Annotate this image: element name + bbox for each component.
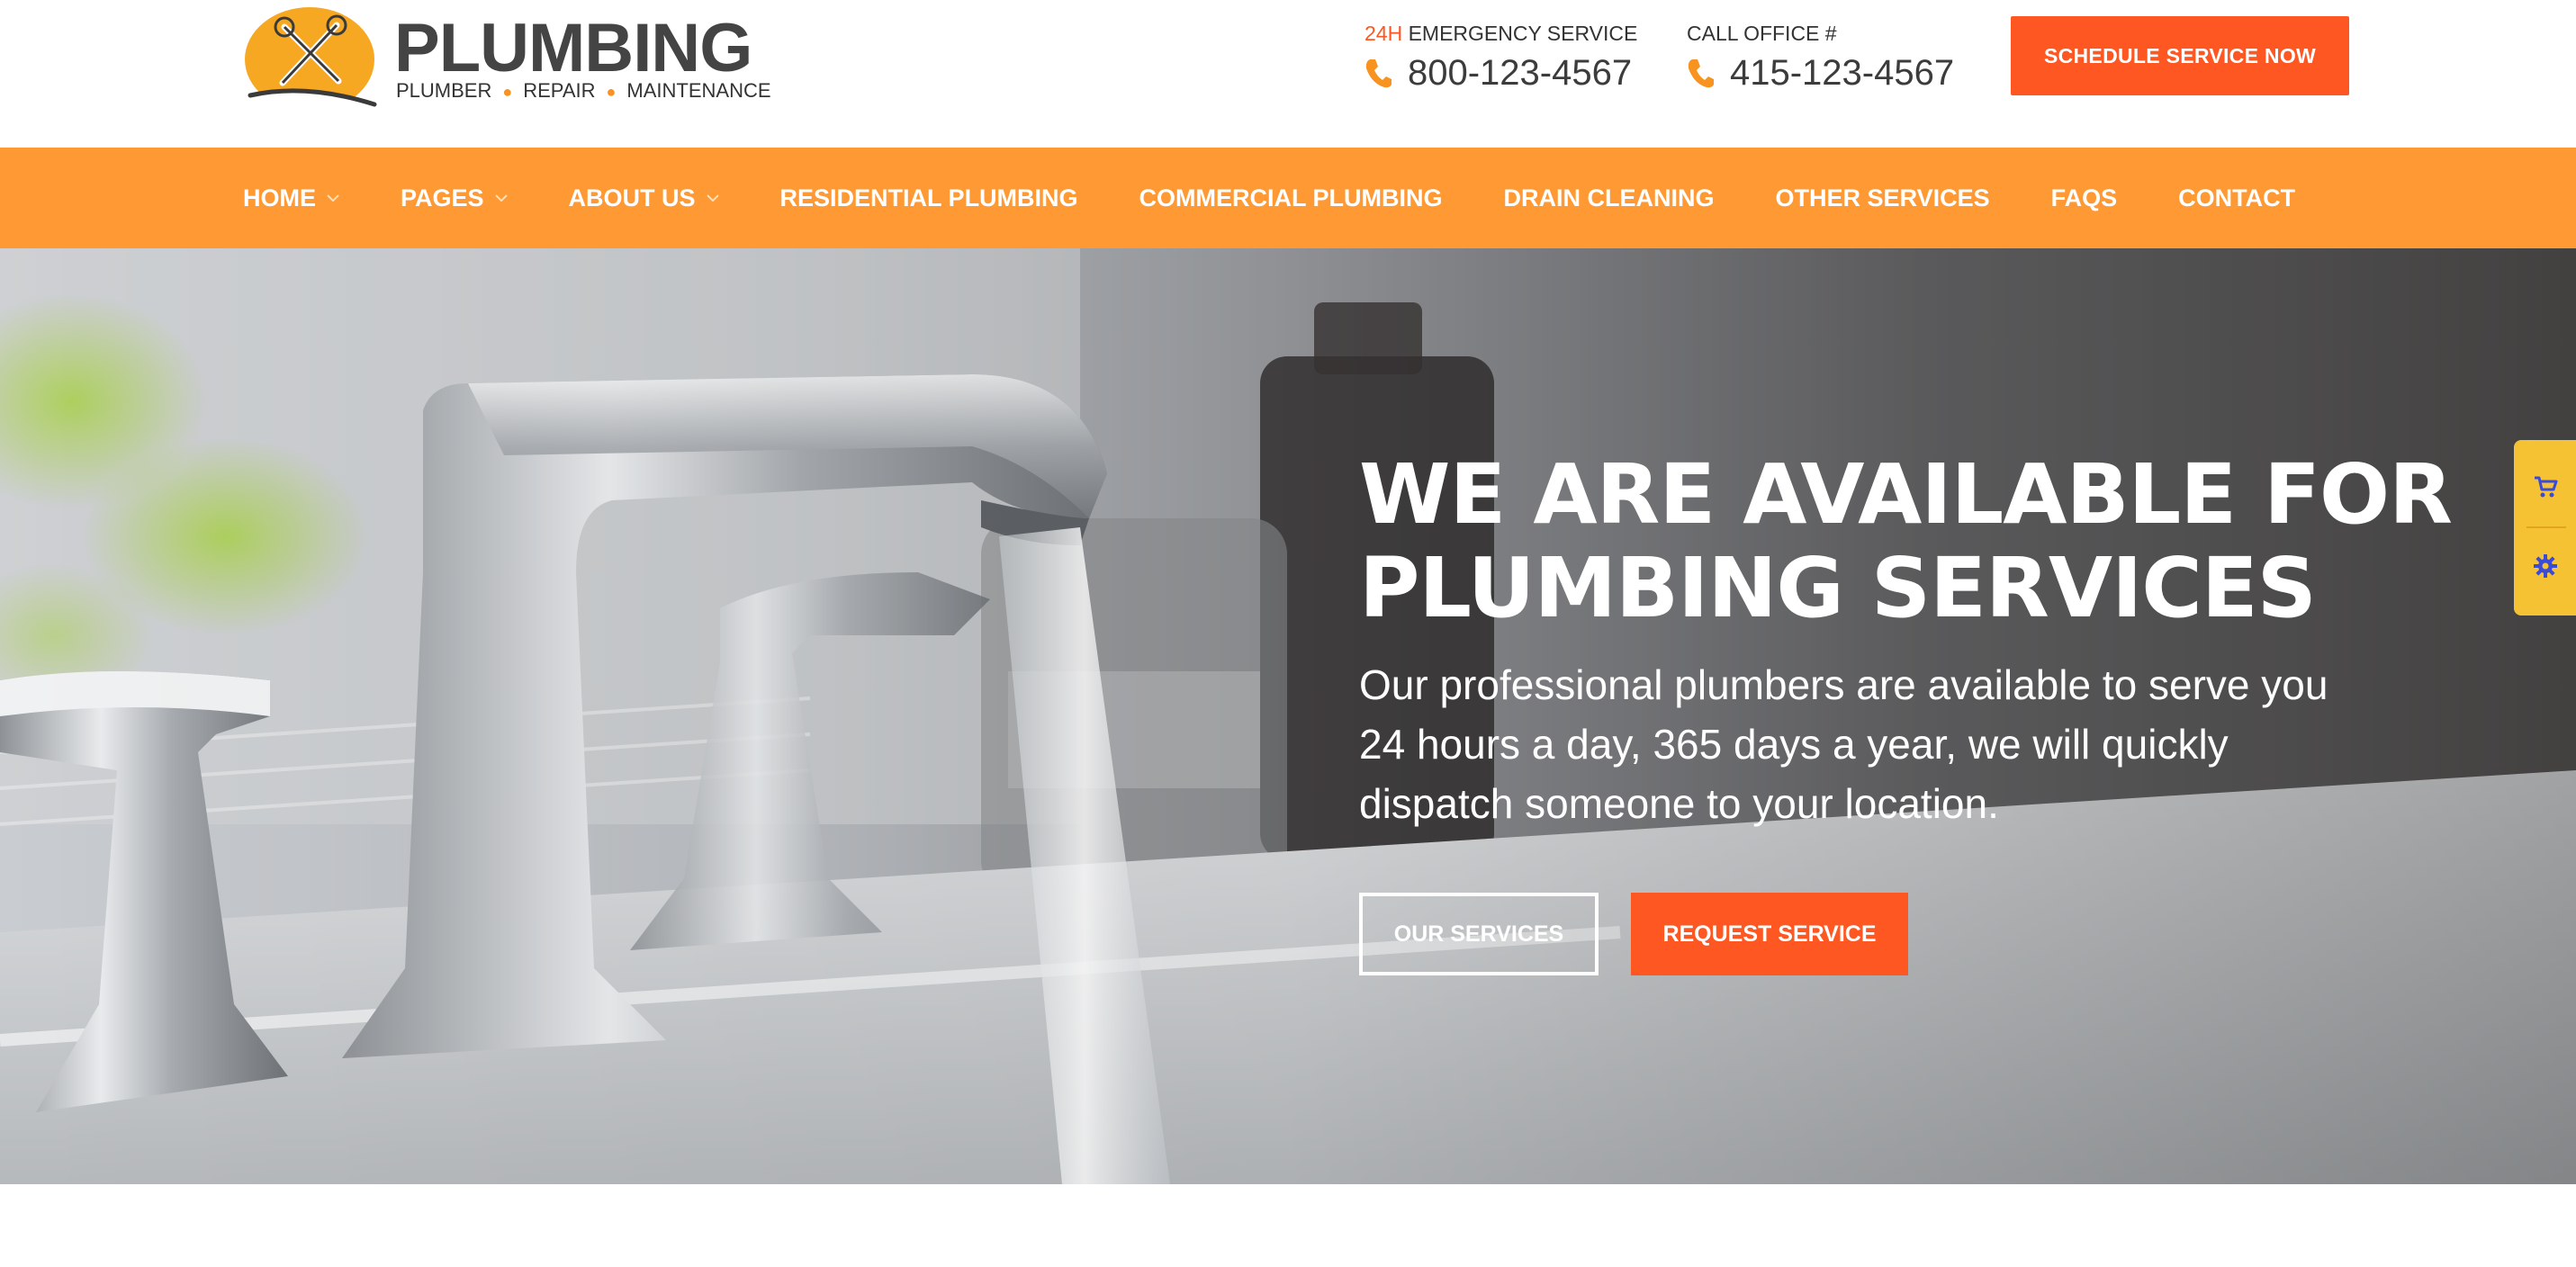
emergency-phone-number: 800-123-4567 xyxy=(1408,53,1633,93)
site-logo[interactable]: PLUMBING PLUMBER ● REPAIR ● MAINTENANCE xyxy=(243,5,783,113)
nav-item-label: DRAIN CLEANING xyxy=(1503,184,1715,211)
office-phone-number: 415-123-4567 xyxy=(1730,53,1955,93)
hero-heading-line: PLUMBING SERVICES xyxy=(1359,540,2317,636)
page-bottom-area xyxy=(0,1184,2576,1267)
office-contact: CALL OFFICE # 415-123-4567 xyxy=(1687,20,1975,94)
nav-item-label: CONTACT xyxy=(2178,184,2296,211)
hero-heading-line: WE ARE AVAILABLE FOR xyxy=(1359,446,2453,543)
nav-item-home[interactable]: HOME xyxy=(212,148,370,248)
emergency-label-highlight: 24H xyxy=(1365,22,1403,45)
chevron-down-icon xyxy=(327,194,339,202)
nav-item-label: COMMERCIAL PLUMBING xyxy=(1139,184,1443,211)
nav-item-commercial-plumbing[interactable]: COMMERCIAL PLUMBING xyxy=(1109,148,1473,248)
nav-item-label: ABOUT US xyxy=(568,184,696,211)
nav-item-label: FAQS xyxy=(2050,184,2118,211)
schedule-service-button[interactable]: SCHEDULE SERVICE NOW xyxy=(2011,16,2349,95)
logo-title: PLUMBING xyxy=(394,10,752,86)
hero-subtext: Our professional plumbers are available … xyxy=(1359,661,2328,827)
top-header: PLUMBING PLUMBER ● REPAIR ● MAINTENANCE 24H … xyxy=(0,0,2576,148)
side-widget xyxy=(2514,440,2576,616)
tagline-word: PLUMBER xyxy=(396,79,492,102)
logo-tagline: PLUMBER ● REPAIR ● MAINTENANCE xyxy=(396,77,771,105)
tagline-dot-icon: ● xyxy=(606,83,617,101)
nav-list: HOME PAGES ABOUT US RESIDENTIAL PLUMBING… xyxy=(212,148,2326,248)
tagline-dot-icon: ● xyxy=(502,83,513,101)
tagline-word: REPAIR xyxy=(523,79,596,102)
nav-item-label: HOME xyxy=(243,184,316,211)
side-widget-divider xyxy=(2526,526,2566,528)
nav-item-contact[interactable]: CONTACT xyxy=(2148,148,2326,248)
emergency-contact: 24H EMERGENCY SERVICE 800-123-4567 xyxy=(1365,20,1653,94)
nav-item-residential-plumbing[interactable]: RESIDENTIAL PLUMBING xyxy=(750,148,1109,248)
office-phone-link[interactable]: 415-123-4567 xyxy=(1687,52,1975,94)
cart-icon[interactable] xyxy=(2533,474,2558,499)
emergency-phone-link[interactable]: 800-123-4567 xyxy=(1365,52,1653,94)
nav-item-label: RESIDENTIAL PLUMBING xyxy=(779,184,1078,211)
chevron-down-icon xyxy=(494,194,508,202)
nav-item-about-us[interactable]: ABOUT US xyxy=(538,148,750,248)
request-service-button[interactable]: REQUEST SERVICE xyxy=(1631,893,1908,975)
nav-item-label: PAGES xyxy=(401,184,484,211)
office-label: CALL OFFICE # xyxy=(1687,22,1837,45)
nav-item-pages[interactable]: PAGES xyxy=(370,148,538,248)
our-services-button[interactable]: OUR SERVICES xyxy=(1359,893,1599,975)
hero-heading: WE ARE AVAILABLE FOR PLUMBING SERVICES xyxy=(1359,448,2529,635)
nav-item-faqs[interactable]: FAQS xyxy=(2021,148,2148,248)
tagline-word: MAINTENANCE xyxy=(626,79,771,102)
main-nav: HOME PAGES ABOUT US RESIDENTIAL PLUMBING… xyxy=(0,148,2576,248)
nav-item-drain-cleaning[interactable]: DRAIN CLEANING xyxy=(1473,148,1745,248)
emergency-label: 24H EMERGENCY SERVICE xyxy=(1365,20,1653,47)
gear-icon[interactable] xyxy=(2533,553,2558,579)
nav-item-other-services[interactable]: OTHER SERVICES xyxy=(1745,148,2021,248)
hero-banner: WE ARE AVAILABLE FOR PLUMBING SERVICES O… xyxy=(0,248,2576,1184)
logo-badge-icon xyxy=(243,7,378,113)
phone-icon xyxy=(1365,59,1392,88)
nav-item-label: OTHER SERVICES xyxy=(1775,184,1990,211)
chevron-down-icon xyxy=(706,194,719,202)
emergency-label-text: EMERGENCY SERVICE xyxy=(1402,22,1638,45)
phone-icon xyxy=(1688,59,1714,88)
